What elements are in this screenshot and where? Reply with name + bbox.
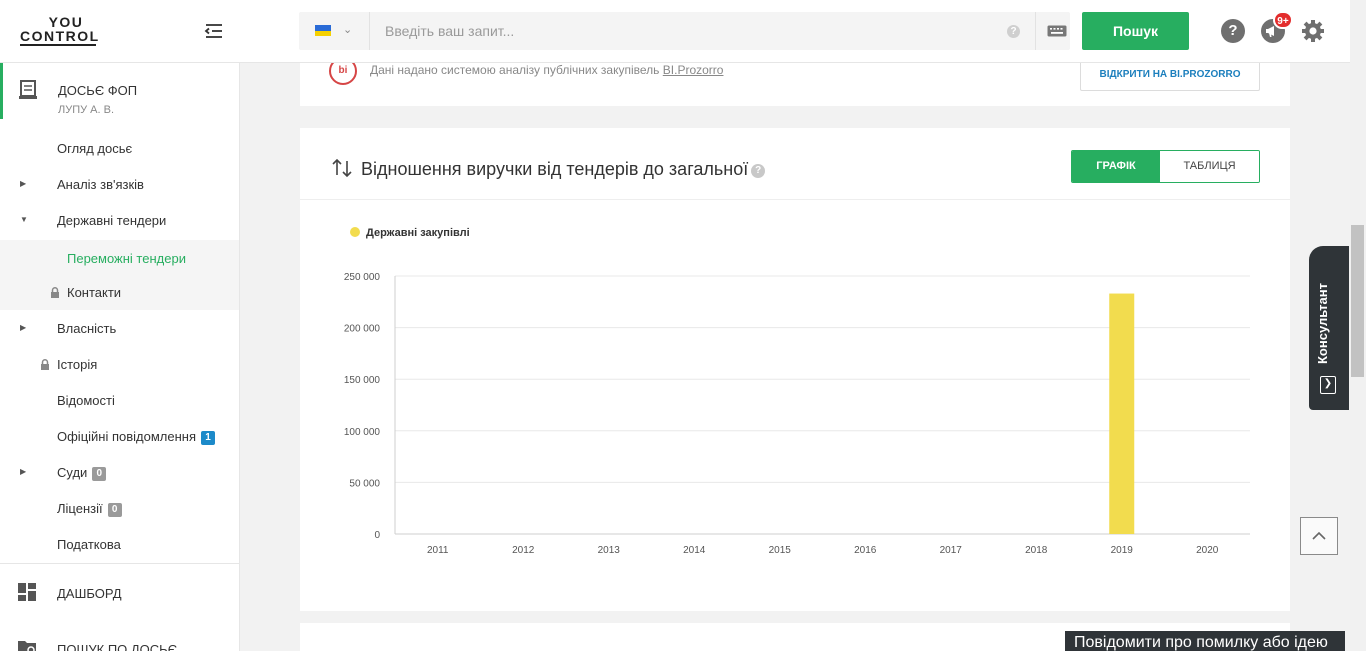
folder-search-icon — [18, 639, 38, 651]
revenue-ratio-card: Відношення виручки від тендерів до загал… — [300, 128, 1290, 611]
x-tick-label: 2019 — [1111, 545, 1134, 556]
x-tick-label: 2014 — [683, 545, 706, 556]
sidebar-item-state-tenders[interactable]: ▼ Державні тендери — [0, 202, 239, 238]
sidebar-item-property[interactable]: ▶ Власність — [0, 310, 239, 346]
dossier-title: ДОСЬЄ ФОП — [58, 83, 138, 98]
search-button[interactable]: Пошук — [1082, 12, 1189, 50]
sidebar-item-won-tenders[interactable]: Переможні тендери — [0, 240, 239, 276]
sidebar-item-history[interactable]: Історія — [0, 346, 239, 382]
chevron-down-icon: ⌄ — [343, 24, 353, 36]
collapse-menu-icon[interactable] — [204, 22, 224, 40]
sidebar-item-official-notices[interactable]: Офіційні повідомлення 1 — [0, 418, 239, 454]
count-badge: 1 — [201, 431, 216, 445]
x-tick-label: 2016 — [854, 545, 877, 556]
x-tick-label: 2020 — [1196, 545, 1219, 556]
x-tick-label: 2018 — [1025, 545, 1048, 556]
chevron-right-icon: ❯ — [1320, 376, 1336, 394]
y-tick-label: 250 000 — [344, 272, 381, 283]
caret-right-icon: ▶ — [20, 323, 27, 332]
lock-icon — [50, 286, 60, 301]
help-icon[interactable]: ? — [1221, 19, 1245, 43]
sidebar-item-dashboard[interactable]: ДАШБОРД — [0, 567, 239, 615]
keyboard-icon[interactable] — [1035, 12, 1071, 50]
divider — [0, 563, 239, 564]
gear-icon[interactable] — [1301, 19, 1325, 43]
chevron-up-icon — [1312, 531, 1326, 540]
top-bar: YOU CONTROL ⌄ ? Пошук ? 9+ — [0, 0, 1350, 63]
sidebar: ДОСЬЄ ФОП ЛУПУ А. В. Огляд досьє ▶ Аналі… — [0, 63, 240, 651]
count-badge: 0 — [92, 467, 107, 481]
y-tick-label: 50 000 — [349, 478, 380, 489]
scroll-top-button[interactable] — [1300, 517, 1338, 555]
y-tick-label: 0 — [374, 530, 380, 541]
report-issue-button[interactable]: Повідомити про помилку або ідею — [1065, 631, 1345, 651]
x-tick-label: 2011 — [427, 545, 449, 556]
sidebar-item-courts[interactable]: ▶ Суди 0 — [0, 454, 239, 490]
sidebar-item-licenses[interactable]: Ліцензії 0 — [0, 490, 239, 526]
youcontrol-logo[interactable]: YOU CONTROL — [20, 15, 98, 47]
search-input[interactable] — [371, 12, 1031, 50]
lock-icon — [40, 358, 50, 373]
x-tick-label: 2012 — [512, 545, 535, 556]
sidebar-item-tax[interactable]: Податкова — [0, 526, 239, 562]
language-select[interactable]: ⌄ — [299, 12, 370, 50]
sidebar-item-contacts[interactable]: Контакти — [0, 274, 239, 310]
sidebar-item-overview[interactable]: Огляд досьє — [0, 130, 239, 166]
notifications-badge: 9+ — [1273, 11, 1293, 29]
y-tick-label: 150 000 — [344, 375, 381, 386]
scrollbar-thumb[interactable] — [1351, 225, 1364, 377]
bi-prozorro-link[interactable]: BI.Prozorro — [663, 63, 724, 77]
dossier-header[interactable]: ДОСЬЄ ФОП ЛУПУ А. В. — [0, 63, 239, 119]
sidebar-item-info[interactable]: Відомості — [0, 382, 239, 418]
dossier-subtitle: ЛУПУ А. В. — [58, 104, 114, 116]
y-tick-label: 100 000 — [344, 427, 381, 438]
x-tick-label: 2017 — [940, 545, 963, 556]
bi-source-text: Дані надано системою аналізу публічних з… — [370, 63, 724, 77]
sidebar-item-connections[interactable]: ▶ Аналіз зв'язків — [0, 166, 239, 202]
consultant-tab[interactable]: Консультант ❯ — [1309, 246, 1349, 410]
document-icon — [19, 80, 37, 105]
ukraine-flag-icon — [315, 25, 331, 36]
x-tick-label: 2015 — [769, 545, 792, 556]
dashboard-icon — [18, 583, 36, 604]
bi-prozorro-card: bi Дані надано системою аналізу публічни… — [300, 57, 1290, 106]
caret-right-icon: ▶ — [20, 179, 27, 188]
search-help-icon[interactable]: ? — [1007, 25, 1020, 38]
bar-2019[interactable] — [1109, 293, 1135, 534]
count-badge: 0 — [107, 503, 122, 517]
y-tick-label: 200 000 — [344, 324, 381, 335]
x-tick-label: 2013 — [598, 545, 621, 556]
caret-right-icon: ▶ — [20, 467, 27, 476]
caret-down-icon: ▼ — [20, 215, 28, 224]
sidebar-item-search-dossier[interactable]: ПОШУК ПО ДОСЬЄ — [0, 623, 239, 651]
search-bar: ⌄ ? — [299, 12, 1070, 50]
bar-chart: 0 50 000 100 000 150 000 200 000 250 000 2011 2… — [344, 272, 1250, 556]
